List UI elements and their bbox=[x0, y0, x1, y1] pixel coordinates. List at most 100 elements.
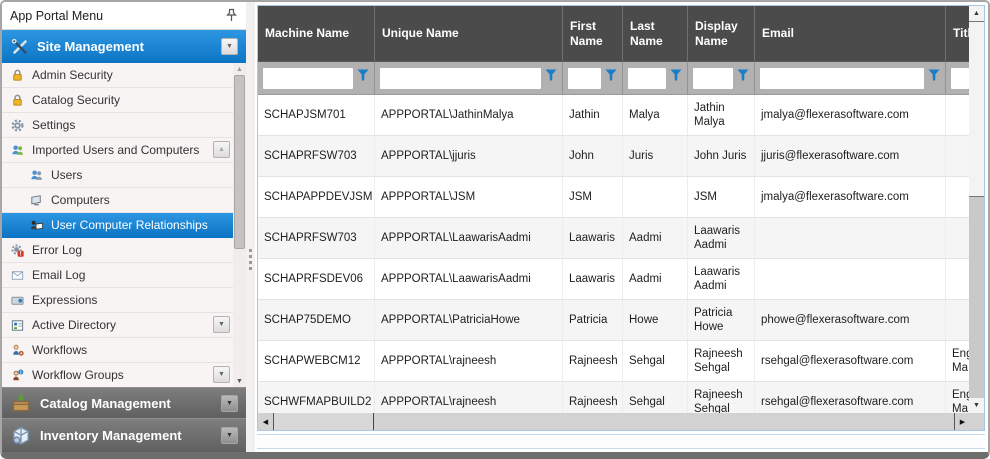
imported-users-collapse-button[interactable]: ▲ bbox=[213, 141, 230, 158]
item-label: Active Directory bbox=[32, 318, 116, 332]
table-row[interactable]: SCHAPRFSDEV06 APPPORTAL\LaawarisAadmi La… bbox=[258, 259, 984, 300]
gear-icon bbox=[10, 118, 25, 133]
grid-cell bbox=[946, 218, 969, 258]
scroll-up-icon[interactable]: ▲ bbox=[969, 6, 984, 21]
column-header-first-name[interactable]: First Name bbox=[563, 6, 623, 61]
title-filter-input[interactable] bbox=[951, 68, 969, 89]
unique-name-filter-input[interactable] bbox=[380, 68, 541, 89]
grid-filter-row bbox=[258, 62, 984, 95]
lock-icon bbox=[10, 68, 25, 83]
column-header-title[interactable]: Title bbox=[946, 6, 969, 61]
pane-splitter[interactable] bbox=[246, 2, 255, 452]
section-label: Catalog Management bbox=[40, 396, 213, 411]
grid-cell: rsehgal@flexerasoftware.com bbox=[755, 341, 946, 381]
grid-cell bbox=[946, 95, 969, 135]
sidebar-scrollbar[interactable]: ▲ ▼ bbox=[233, 63, 246, 388]
active-directory-expand-button[interactable]: ▼ bbox=[213, 316, 230, 333]
first-name-filter-input[interactable] bbox=[568, 68, 601, 89]
grid-cell: Howe bbox=[623, 300, 688, 340]
grid-cell: Laawaris Aadmi bbox=[688, 259, 755, 299]
item-label: Users bbox=[51, 168, 82, 182]
filter-cell bbox=[563, 62, 623, 94]
machine-name-filter-input[interactable] bbox=[263, 68, 353, 89]
table-row[interactable]: SCHAPAPPDEVJSM APPPORTAL\JSM JSM JSM jma… bbox=[258, 177, 984, 218]
grid-vertical-scrollbar[interactable]: ▲ ▼ bbox=[969, 6, 984, 413]
grid-horizontal-scrollbar[interactable]: ◀ ▶ bbox=[258, 413, 984, 430]
sidebar-item-computers[interactable]: Computers bbox=[2, 188, 246, 213]
table-row[interactable]: SCHAPRFSW703 APPPORTAL\jjuris John Juris… bbox=[258, 136, 984, 177]
table-row[interactable]: SCHAPRFSW703 APPPORTAL\LaawarisAadmi Laa… bbox=[258, 218, 984, 259]
grid-cell: SCHAPWEBCM12 bbox=[258, 341, 375, 381]
sidebar-item-error-log[interactable]: ! Error Log bbox=[2, 238, 246, 263]
sidebar-item-settings[interactable]: Settings bbox=[2, 113, 246, 138]
sidebar-item-user-computer-relationships[interactable]: User Computer Relationships bbox=[2, 213, 246, 238]
grid-cell: jmalya@flexerasoftware.com bbox=[755, 95, 946, 135]
filter-funnel-icon[interactable] bbox=[737, 69, 749, 87]
grid-cell: JSM bbox=[688, 177, 755, 217]
column-header-machine-name[interactable]: Machine Name bbox=[258, 6, 375, 61]
grid-cell: Malya bbox=[623, 95, 688, 135]
sidebar-section-catalog-management[interactable]: Catalog Management ▼ bbox=[2, 387, 246, 418]
email-filter-input[interactable] bbox=[760, 68, 924, 89]
column-header-email[interactable]: Email bbox=[755, 6, 946, 61]
email-log-icon bbox=[10, 268, 25, 283]
sidebar-item-workflows[interactable]: Workflows bbox=[2, 338, 246, 363]
chevron-up-icon: ▲ bbox=[218, 146, 225, 153]
pin-icon[interactable] bbox=[225, 8, 238, 23]
display-name-filter-input[interactable] bbox=[693, 68, 733, 89]
column-header-last-name[interactable]: Last Name bbox=[623, 6, 688, 61]
table-row[interactable]: SCHAPJSM701 APPPORTAL\JathinMalya Jathin… bbox=[258, 95, 984, 136]
last-name-filter-input[interactable] bbox=[628, 68, 666, 89]
item-label: Catalog Security bbox=[32, 93, 120, 107]
grid-cell: John bbox=[563, 136, 623, 176]
grid-cell: Jathin bbox=[563, 95, 623, 135]
sidebar-item-imported-users-and-computers[interactable]: Imported Users and Computers ▲ bbox=[2, 138, 246, 163]
svg-text:!: ! bbox=[20, 250, 22, 257]
inventory-management-expand-button[interactable]: ▼ bbox=[221, 427, 238, 444]
table-row[interactable]: SCHAP75DEMO APPPORTAL\PatriciaHowe Patri… bbox=[258, 300, 984, 341]
users-icon bbox=[29, 168, 44, 183]
grid-cell: Laawaris bbox=[563, 259, 623, 299]
sidebar-item-email-log[interactable]: Email Log bbox=[2, 263, 246, 288]
chevron-down-icon: ▼ bbox=[226, 432, 233, 439]
filter-funnel-icon[interactable] bbox=[928, 69, 940, 87]
scroll-right-icon[interactable]: ▶ bbox=[954, 413, 970, 430]
horizontal-scrollbar-thumb[interactable] bbox=[274, 413, 374, 430]
sidebar-item-catalog-security[interactable]: Catalog Security bbox=[2, 88, 246, 113]
grid-cell: JSM bbox=[563, 177, 623, 217]
scroll-left-icon[interactable]: ◀ bbox=[258, 413, 274, 430]
item-label: Computers bbox=[51, 193, 110, 207]
grid-cell: APPPORTAL\LaawarisAadmi bbox=[375, 218, 563, 258]
filter-funnel-icon[interactable] bbox=[545, 69, 557, 87]
workflows-icon bbox=[10, 343, 25, 358]
column-header-unique-name[interactable]: Unique Name bbox=[375, 6, 563, 61]
grid-cell: jmalya@flexerasoftware.com bbox=[755, 177, 946, 217]
sidebar-item-users[interactable]: Users bbox=[2, 163, 246, 188]
sidebar-scrollbar-thumb[interactable] bbox=[234, 75, 245, 249]
grid-body: SCHAPJSM701 APPPORTAL\JathinMalya Jathin… bbox=[258, 95, 984, 423]
table-row[interactable]: SCHAPWEBCM12 APPPORTAL\rajneesh Rajneesh… bbox=[258, 341, 984, 382]
vertical-scrollbar-thumb[interactable] bbox=[969, 21, 984, 197]
item-label: User Computer Relationships bbox=[51, 218, 208, 232]
filter-funnel-icon[interactable] bbox=[357, 69, 369, 87]
grid-cell: Sehgal bbox=[623, 341, 688, 381]
workflow-groups-expand-button[interactable]: ▼ bbox=[213, 366, 230, 383]
sidebar-item-workflow-groups[interactable]: i Workflow Groups ▼ bbox=[2, 363, 246, 388]
scroll-down-icon[interactable]: ▼ bbox=[969, 398, 984, 413]
sidebar-section-site-management[interactable]: Site Management ▼ bbox=[2, 30, 246, 63]
grid-cell: jjuris@flexerasoftware.com bbox=[755, 136, 946, 176]
catalog-management-expand-button[interactable]: ▼ bbox=[221, 395, 238, 412]
grid-cell: APPPORTAL\jjuris bbox=[375, 136, 563, 176]
sidebar-item-admin-security[interactable]: Admin Security bbox=[2, 63, 246, 88]
column-header-display-name[interactable]: Display Name bbox=[688, 6, 755, 61]
grid-cell: SCHAPRFSW703 bbox=[258, 218, 375, 258]
site-management-collapse-button[interactable]: ▼ bbox=[221, 38, 238, 55]
filter-funnel-icon[interactable] bbox=[605, 69, 617, 87]
filter-funnel-icon[interactable] bbox=[670, 69, 682, 87]
sidebar-section-inventory-management[interactable]: Inventory Management ▼ bbox=[2, 418, 246, 452]
sidebar-item-expressions[interactable]: Expressions bbox=[2, 288, 246, 313]
item-label: Workflow Groups bbox=[32, 368, 124, 382]
filter-cell bbox=[755, 62, 946, 94]
sidebar-item-active-directory[interactable]: Active Directory ▼ bbox=[2, 313, 246, 338]
workflow-groups-icon: i bbox=[10, 368, 25, 383]
